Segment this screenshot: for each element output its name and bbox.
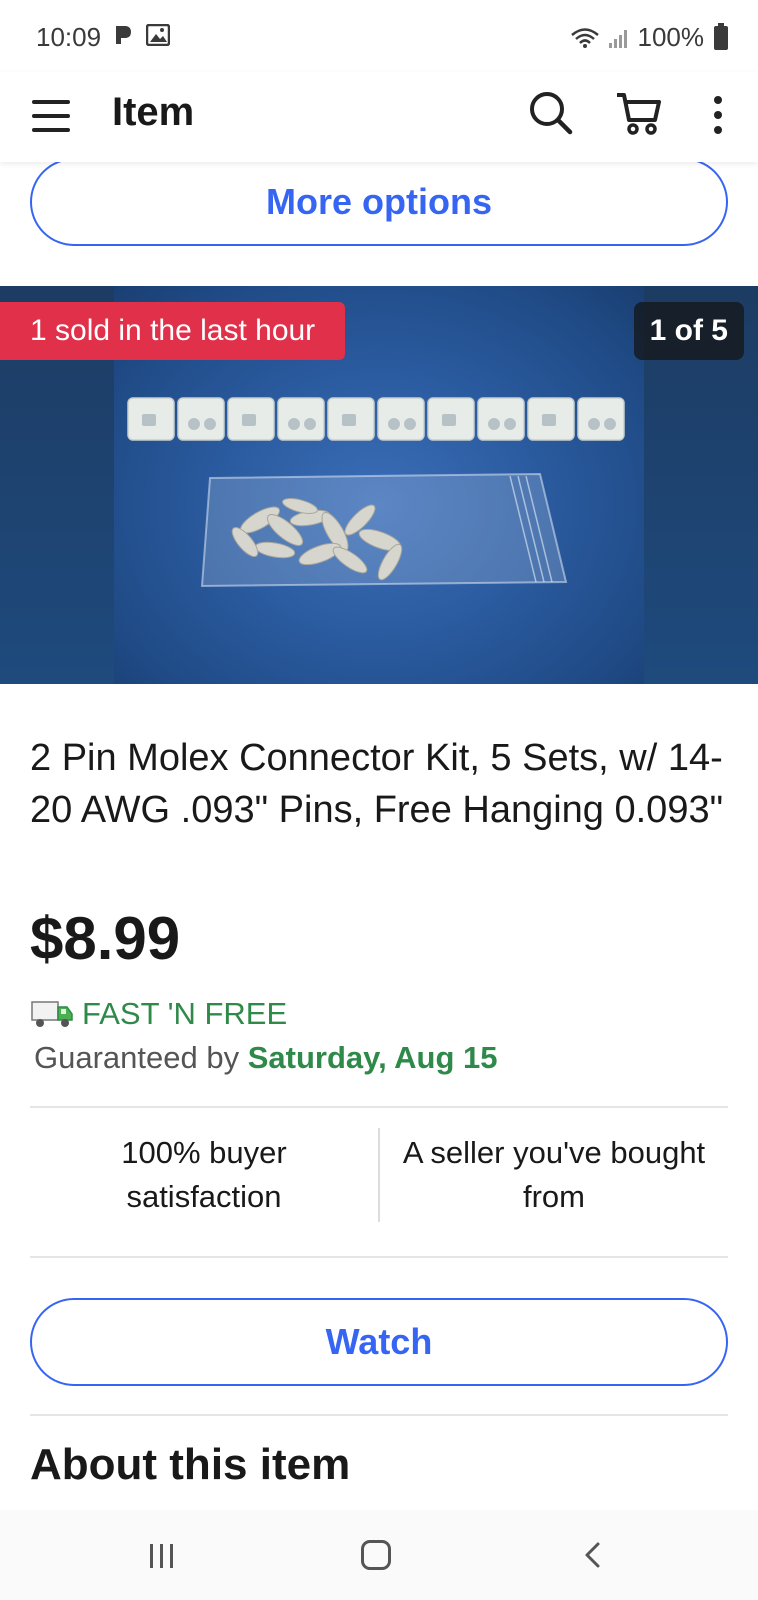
- product-image-carousel[interactable]: 1 sold in the last hour 1 of 5: [0, 286, 758, 684]
- home-icon[interactable]: [361, 1540, 391, 1570]
- signal-icon: [608, 29, 627, 48]
- cart-icon[interactable]: [614, 88, 664, 138]
- page-title: Item: [112, 90, 195, 134]
- shipping-label: FAST 'N FREE: [82, 996, 288, 1031]
- back-icon[interactable]: [578, 1540, 608, 1570]
- more-options-button[interactable]: More options: [30, 158, 728, 246]
- connector-housings-image: [127, 397, 625, 441]
- pay-icon: [116, 26, 131, 44]
- guarantee-prefix: Guaranteed by: [34, 1040, 240, 1075]
- divider: [30, 1414, 728, 1416]
- image-icon: [146, 24, 170, 46]
- shipping-info: FAST 'N FREE: [30, 996, 287, 1032]
- more-vertical-icon[interactable]: [706, 90, 730, 140]
- image-counter-badge: 1 of 5: [633, 302, 744, 360]
- status-left-icons: [114, 24, 170, 46]
- watch-button[interactable]: Watch: [30, 1298, 728, 1386]
- divider: [30, 1106, 728, 1108]
- app-bar: Item: [0, 72, 758, 162]
- seller-stats: 100% buyer satisfaction A seller you've …: [30, 1120, 728, 1230]
- about-this-item-heading: About this item: [30, 1440, 351, 1489]
- buyer-satisfaction-stat: 100% buyer satisfaction: [121, 1135, 287, 1214]
- system-nav-bar: [0, 1510, 758, 1600]
- search-icon[interactable]: [526, 88, 576, 138]
- status-time: 10:09: [36, 22, 102, 52]
- guarantee-date: Saturday, Aug 15: [247, 1040, 498, 1075]
- menu-icon[interactable]: [32, 96, 72, 136]
- pins-bag-image: [200, 472, 568, 588]
- recent-apps-icon[interactable]: [150, 1544, 173, 1568]
- divider: [30, 1256, 728, 1258]
- sold-recently-badge: 1 sold in the last hour: [0, 302, 346, 360]
- delivery-truck-icon: [31, 1001, 73, 1027]
- battery-percent: 100%: [637, 22, 705, 52]
- seller-history-stat: A seller you've bought from: [402, 1135, 706, 1214]
- status-bar: 10:09 100%: [0, 0, 758, 72]
- status-right: 100%: [570, 22, 728, 53]
- delivery-guarantee: Guaranteed by Saturday, Aug 15: [34, 1040, 498, 1076]
- item-title: 2 Pin Molex Connector Kit, 5 Sets, w/ 14…: [30, 737, 724, 831]
- battery-icon: [714, 22, 728, 50]
- wifi-icon: [570, 27, 599, 48]
- item-price: $8.99: [30, 905, 181, 972]
